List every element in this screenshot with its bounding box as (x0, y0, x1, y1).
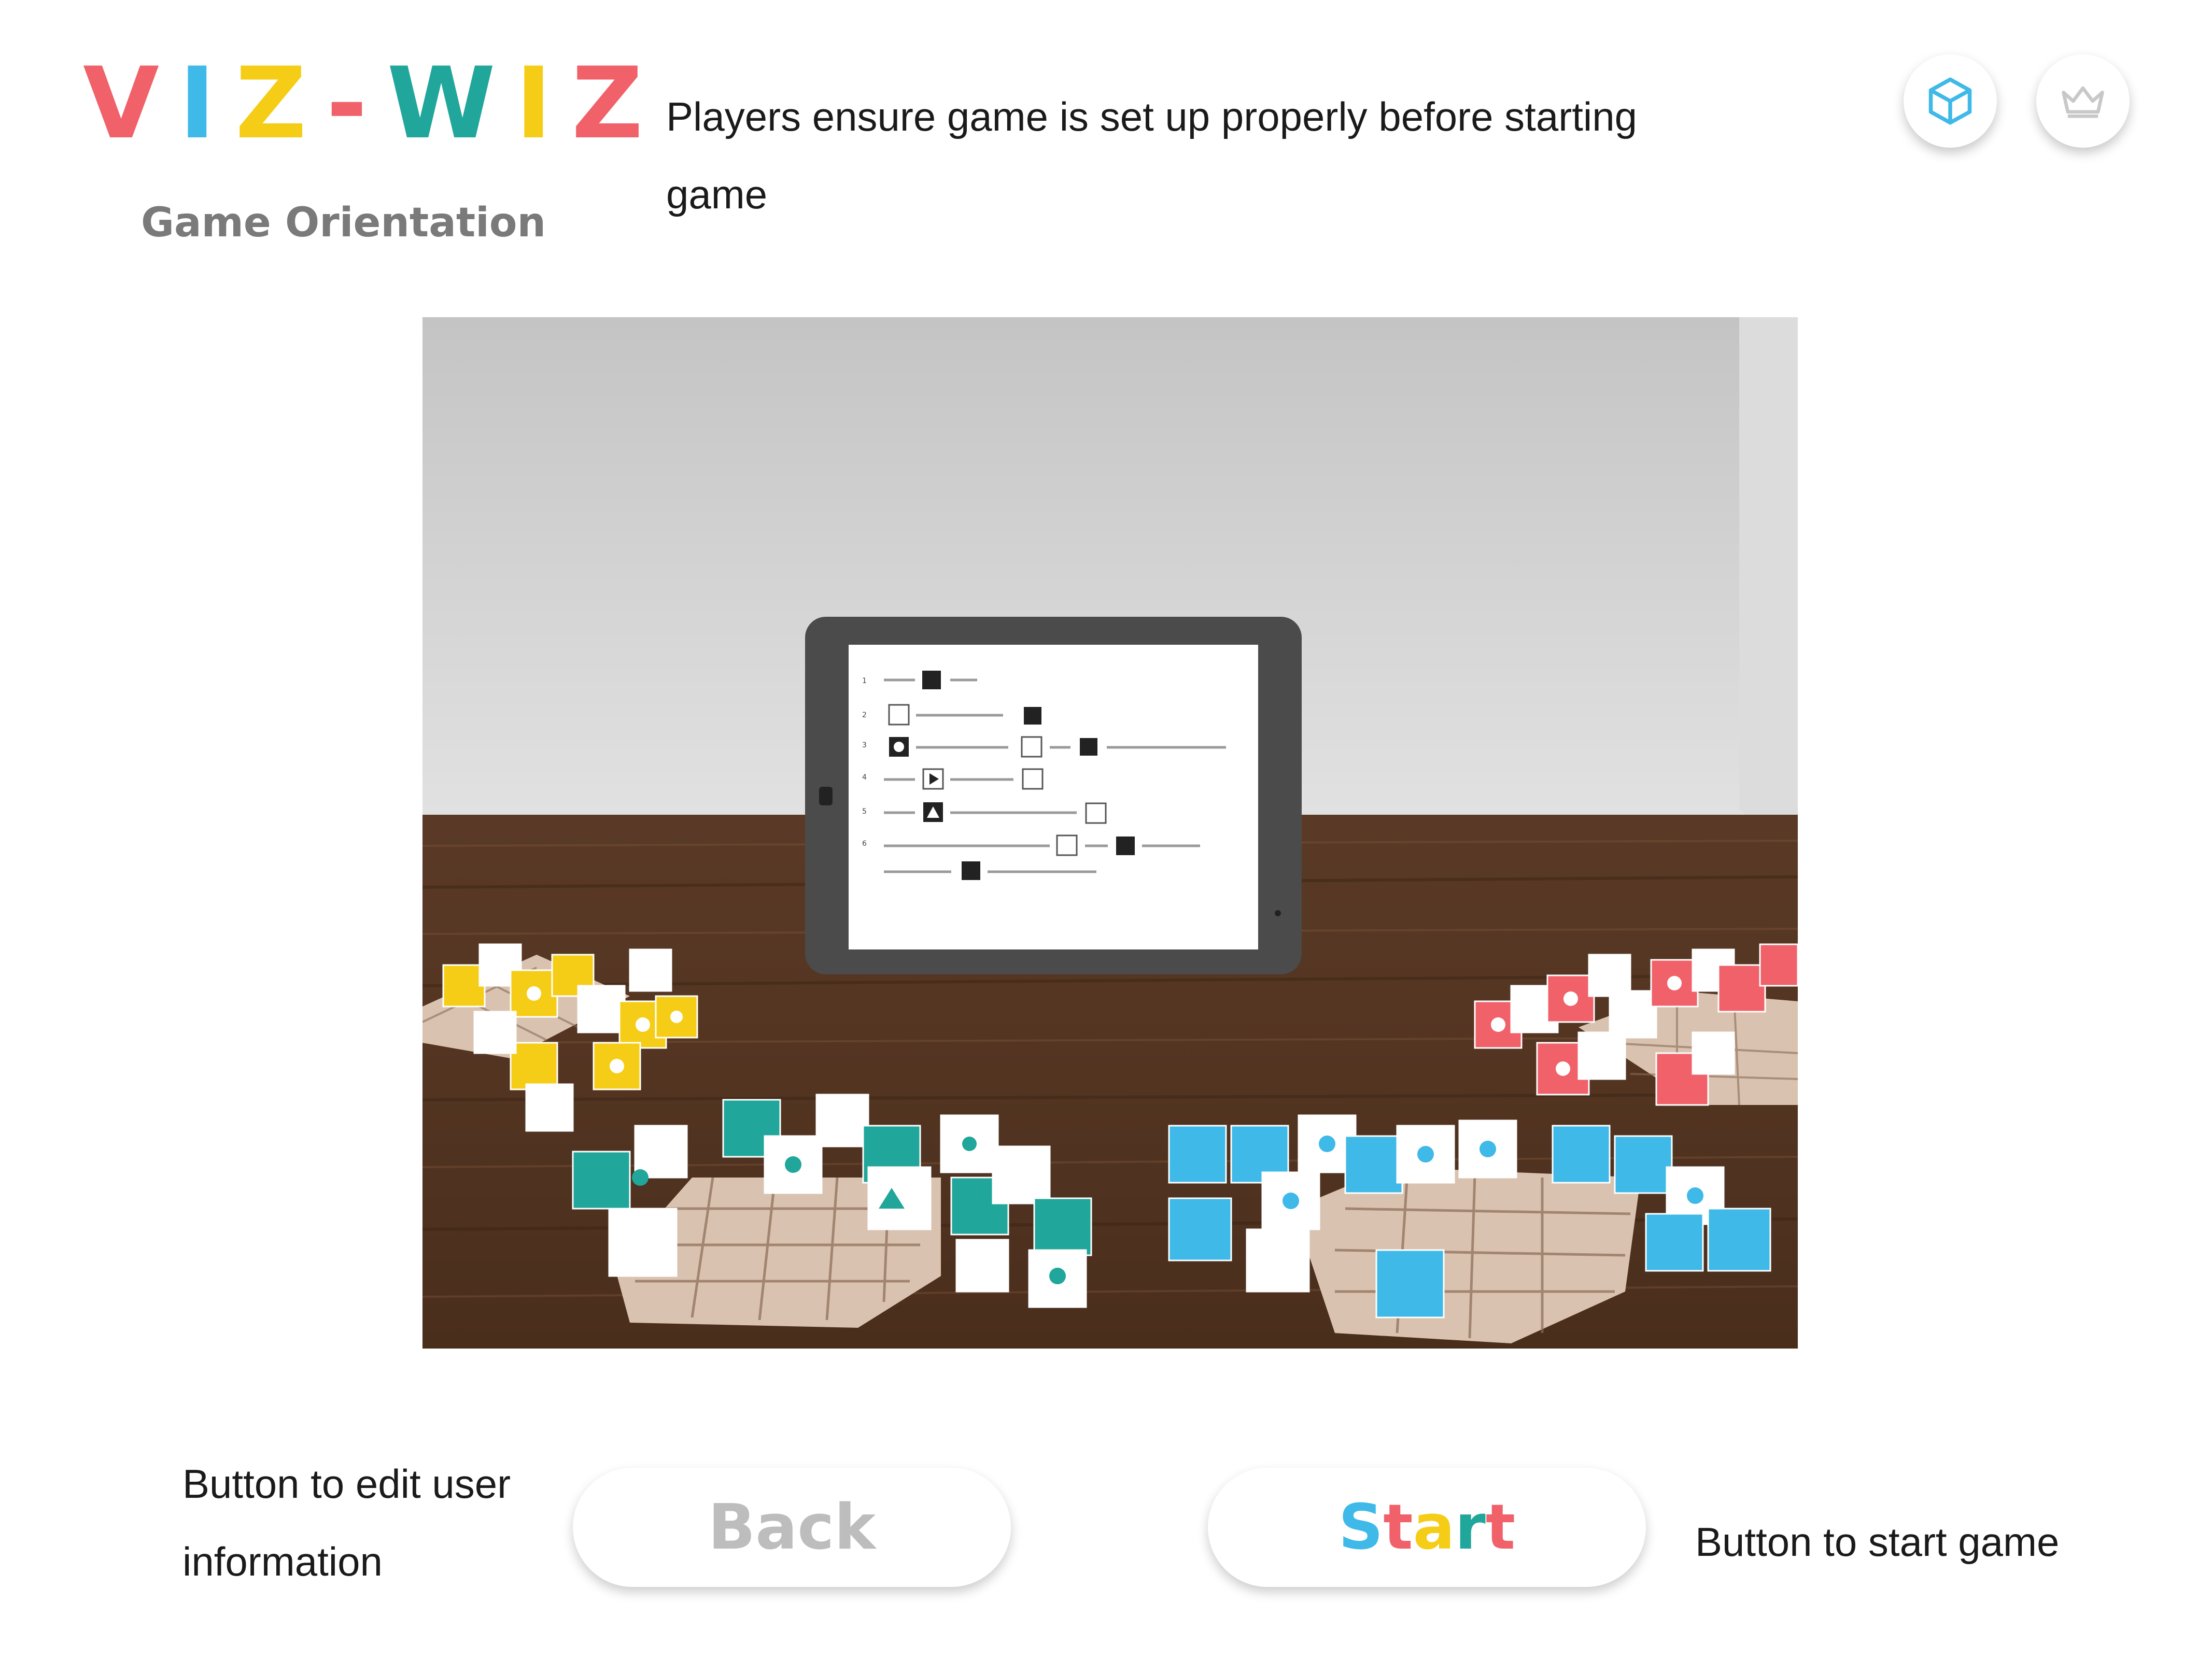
logo-letter: - (326, 46, 387, 161)
back-button[interactable]: Back (573, 1468, 1011, 1587)
tablet: 1 2 3 4 5 6 (805, 617, 1302, 974)
annotation-back-button: Button to edit user information (182, 1461, 511, 1584)
page-subtitle: Game Orientation (141, 200, 546, 246)
annotation-top: Players ensure game is set up properly b… (666, 94, 1637, 217)
svg-text:6: 6 (862, 840, 867, 848)
logo-letter: Z (571, 46, 663, 161)
logo-letter: I (515, 46, 572, 161)
annotation-start-button: Button to start game (1695, 1519, 2060, 1565)
start-letter: r (1455, 1491, 1486, 1564)
game-scene-image: 1 2 3 4 5 6 (422, 317, 1798, 1349)
game-scene-render: 1 2 3 4 5 6 (422, 317, 1798, 1349)
svg-text:1: 1 (862, 677, 867, 685)
svg-text:4: 4 (862, 773, 867, 782)
start-letter: a (1413, 1491, 1455, 1564)
cube-icon (1928, 77, 1972, 125)
start-letter: t (1383, 1491, 1413, 1564)
svg-text:5: 5 (862, 807, 867, 816)
logo-letter: W (387, 46, 515, 161)
app-logo: VIZ-WIZ (83, 54, 663, 153)
cube-button[interactable] (1904, 54, 1997, 148)
logo-letter: I (179, 46, 235, 161)
logo-letter: V (83, 46, 179, 161)
svg-text:3: 3 (862, 741, 867, 749)
start-letter: S (1338, 1491, 1384, 1564)
logo-letter: Z (235, 46, 327, 161)
crown-icon (2062, 86, 2104, 118)
svg-text:2: 2 (862, 711, 867, 719)
start-letter: t (1485, 1491, 1516, 1564)
start-button[interactable]: Start (1208, 1468, 1646, 1587)
crown-button[interactable] (2036, 54, 2130, 148)
